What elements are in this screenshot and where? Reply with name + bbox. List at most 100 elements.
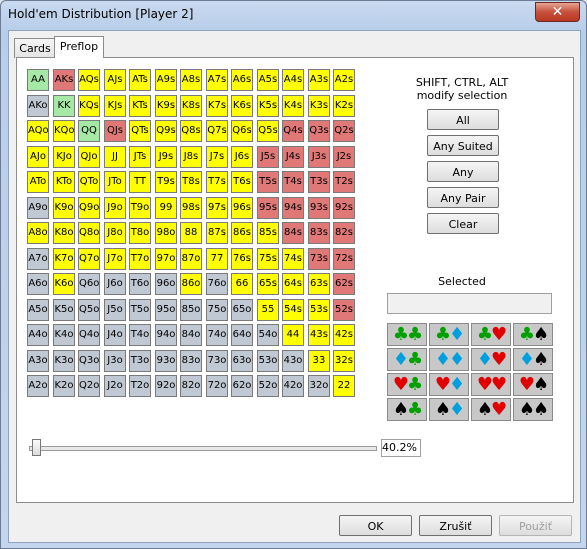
hand-cell-a4s[interactable]: A4s bbox=[282, 69, 304, 91]
hand-cell-52s[interactable]: 52s bbox=[333, 299, 355, 321]
hand-cell-k3o[interactable]: K3o bbox=[53, 350, 75, 372]
hand-cell-qts[interactable]: QTs bbox=[129, 120, 151, 142]
suit-combo-club-club[interactable]: ♣♣ bbox=[387, 323, 427, 346]
hand-cell-k4o[interactable]: K4o bbox=[53, 324, 75, 346]
any-pair-button[interactable]: Any Pair bbox=[427, 187, 499, 208]
hand-cell-kjs[interactable]: KJs bbox=[104, 95, 126, 117]
hand-cell-q6s[interactable]: Q6s bbox=[231, 120, 253, 142]
hand-cell-22[interactable]: 22 bbox=[333, 375, 355, 397]
hand-cell-98s[interactable]: 98s bbox=[180, 197, 202, 219]
suit-combo-diamond-club[interactable]: ♦♣ bbox=[387, 348, 427, 371]
hand-cell-42s[interactable]: 42s bbox=[333, 324, 355, 346]
any-suited-button[interactable]: Any Suited bbox=[427, 135, 499, 156]
hand-cell-63s[interactable]: 63s bbox=[308, 273, 330, 295]
hand-cell-j6s[interactable]: J6s bbox=[231, 146, 253, 168]
hand-cell-76o[interactable]: 76o bbox=[206, 273, 228, 295]
hand-cell-a7o[interactable]: A7o bbox=[27, 248, 49, 270]
hand-cell-q5s[interactable]: Q5s bbox=[257, 120, 279, 142]
hand-cell-98o[interactable]: 98o bbox=[155, 222, 177, 244]
hand-cell-j3o[interactable]: J3o bbox=[104, 350, 126, 372]
hand-cell-ako[interactable]: AKo bbox=[27, 95, 49, 117]
hand-cell-kto[interactable]: KTo bbox=[53, 171, 75, 193]
hand-cell-j5s[interactable]: J5s bbox=[257, 146, 279, 168]
hand-cell-74s[interactable]: 74s bbox=[282, 248, 304, 270]
hand-cell-73o[interactable]: 73o bbox=[206, 350, 228, 372]
hand-cell-32o[interactable]: 32o bbox=[308, 375, 330, 397]
suit-combo-heart-heart[interactable]: ♥♥ bbox=[471, 373, 511, 396]
hand-cell-q3s[interactable]: Q3s bbox=[308, 120, 330, 142]
hand-cell-t6o[interactable]: T6o bbox=[129, 273, 151, 295]
hand-cell-93s[interactable]: 93s bbox=[308, 197, 330, 219]
hand-cell-q2o[interactable]: Q2o bbox=[78, 375, 100, 397]
hand-cell-j6o[interactable]: J6o bbox=[104, 273, 126, 295]
hand-cell-j4o[interactable]: J4o bbox=[104, 324, 126, 346]
any-broadway-button[interactable]: Any Broadway bbox=[427, 161, 499, 200]
hand-cell-54s[interactable]: 54s bbox=[282, 299, 304, 321]
hand-cell-kjo[interactable]: KJo bbox=[53, 146, 75, 168]
hand-cell-83o[interactable]: 83o bbox=[180, 350, 202, 372]
hand-cell-t5s[interactable]: T5s bbox=[257, 171, 279, 193]
hand-cell-j7o[interactable]: J7o bbox=[104, 248, 126, 270]
hand-cell-j5o[interactable]: J5o bbox=[104, 299, 126, 321]
hand-cell-k3s[interactable]: K3s bbox=[308, 95, 330, 117]
hand-cell-q7o[interactable]: Q7o bbox=[78, 248, 100, 270]
hand-cell-86s[interactable]: 86s bbox=[231, 222, 253, 244]
suit-combo-diamond-diamond[interactable]: ♦♦ bbox=[429, 348, 469, 371]
hand-cell-92s[interactable]: 92s bbox=[333, 197, 355, 219]
hand-cell-t4o[interactable]: T4o bbox=[129, 324, 151, 346]
hand-cell-33[interactable]: 33 bbox=[308, 350, 330, 372]
hand-cell-q9o[interactable]: Q9o bbox=[78, 197, 100, 219]
hand-cell-97o[interactable]: 97o bbox=[155, 248, 177, 270]
suit-combo-heart-diamond[interactable]: ♥♦ bbox=[429, 373, 469, 396]
hand-cell-aqo[interactable]: AQo bbox=[27, 120, 49, 142]
hand-cell-43o[interactable]: 43o bbox=[282, 350, 304, 372]
hand-cell-t3o[interactable]: T3o bbox=[129, 350, 151, 372]
hand-cell-a3o[interactable]: A3o bbox=[27, 350, 49, 372]
hand-cell-65o[interactable]: 65o bbox=[231, 299, 253, 321]
hand-cell-95s[interactable]: 95s bbox=[257, 197, 279, 219]
suit-combo-diamond-spade[interactable]: ♦♠ bbox=[513, 348, 553, 371]
hand-cell-52o[interactable]: 52o bbox=[257, 375, 279, 397]
hand-cell-t8o[interactable]: T8o bbox=[129, 222, 151, 244]
hand-cell-77[interactable]: 77 bbox=[206, 248, 228, 270]
hand-cell-kqo[interactable]: KQo bbox=[53, 120, 75, 142]
hand-cell-a9s[interactable]: A9s bbox=[155, 69, 177, 91]
hand-cell-k9o[interactable]: K9o bbox=[53, 197, 75, 219]
suit-combo-club-heart[interactable]: ♣♥ bbox=[471, 323, 511, 346]
hand-cell-k2s[interactable]: K2s bbox=[333, 95, 355, 117]
hand-cell-j9o[interactable]: J9o bbox=[104, 197, 126, 219]
hand-cell-t8s[interactable]: T8s bbox=[180, 171, 202, 193]
close-button[interactable]: ✕ bbox=[535, 2, 580, 22]
hand-cell-65s[interactable]: 65s bbox=[257, 273, 279, 295]
hand-cell-a8s[interactable]: A8s bbox=[180, 69, 202, 91]
hand-cell-a6o[interactable]: A6o bbox=[27, 273, 49, 295]
hand-cell-jj[interactable]: JJ bbox=[104, 146, 126, 168]
hand-cell-44[interactable]: 44 bbox=[282, 324, 304, 346]
hand-cell-74o[interactable]: 74o bbox=[206, 324, 228, 346]
hand-cell-q5o[interactable]: Q5o bbox=[78, 299, 100, 321]
hand-cell-t5o[interactable]: T5o bbox=[129, 299, 151, 321]
hand-cell-k9s[interactable]: K9s bbox=[155, 95, 177, 117]
hand-cell-a4o[interactable]: A4o bbox=[27, 324, 49, 346]
hand-cell-86o[interactable]: 86o bbox=[180, 273, 202, 295]
hand-cell-qto[interactable]: QTo bbox=[78, 171, 100, 193]
hand-cell-66[interactable]: 66 bbox=[231, 273, 253, 295]
hand-cell-j2o[interactable]: J2o bbox=[104, 375, 126, 397]
hand-cell-83s[interactable]: 83s bbox=[308, 222, 330, 244]
suit-combo-heart-spade[interactable]: ♥♠ bbox=[513, 373, 553, 396]
hand-cell-72s[interactable]: 72s bbox=[333, 248, 355, 270]
hand-cell-qq[interactable]: QQ bbox=[78, 120, 100, 142]
tab-preflop[interactable]: Preflop bbox=[54, 36, 104, 58]
suit-combo-club-diamond[interactable]: ♣♦ bbox=[429, 323, 469, 346]
hand-cell-k6s[interactable]: K6s bbox=[231, 95, 253, 117]
hand-cell-ats[interactable]: ATs bbox=[129, 69, 151, 91]
hand-cell-a3s[interactable]: A3s bbox=[308, 69, 330, 91]
suit-combo-spade-spade[interactable]: ♠♠ bbox=[513, 398, 553, 421]
title-bar[interactable]: Hold'em Distribution [Player 2] ✕ bbox=[1, 1, 586, 27]
hand-cell-k4s[interactable]: K4s bbox=[282, 95, 304, 117]
hand-cell-73s[interactable]: 73s bbox=[308, 248, 330, 270]
suit-combo-club-spade[interactable]: ♣♠ bbox=[513, 323, 553, 346]
hand-cell-k8s[interactable]: K8s bbox=[180, 95, 202, 117]
tab-cards[interactable]: Cards bbox=[14, 38, 56, 58]
suit-combo-spade-diamond[interactable]: ♠♦ bbox=[429, 398, 469, 421]
